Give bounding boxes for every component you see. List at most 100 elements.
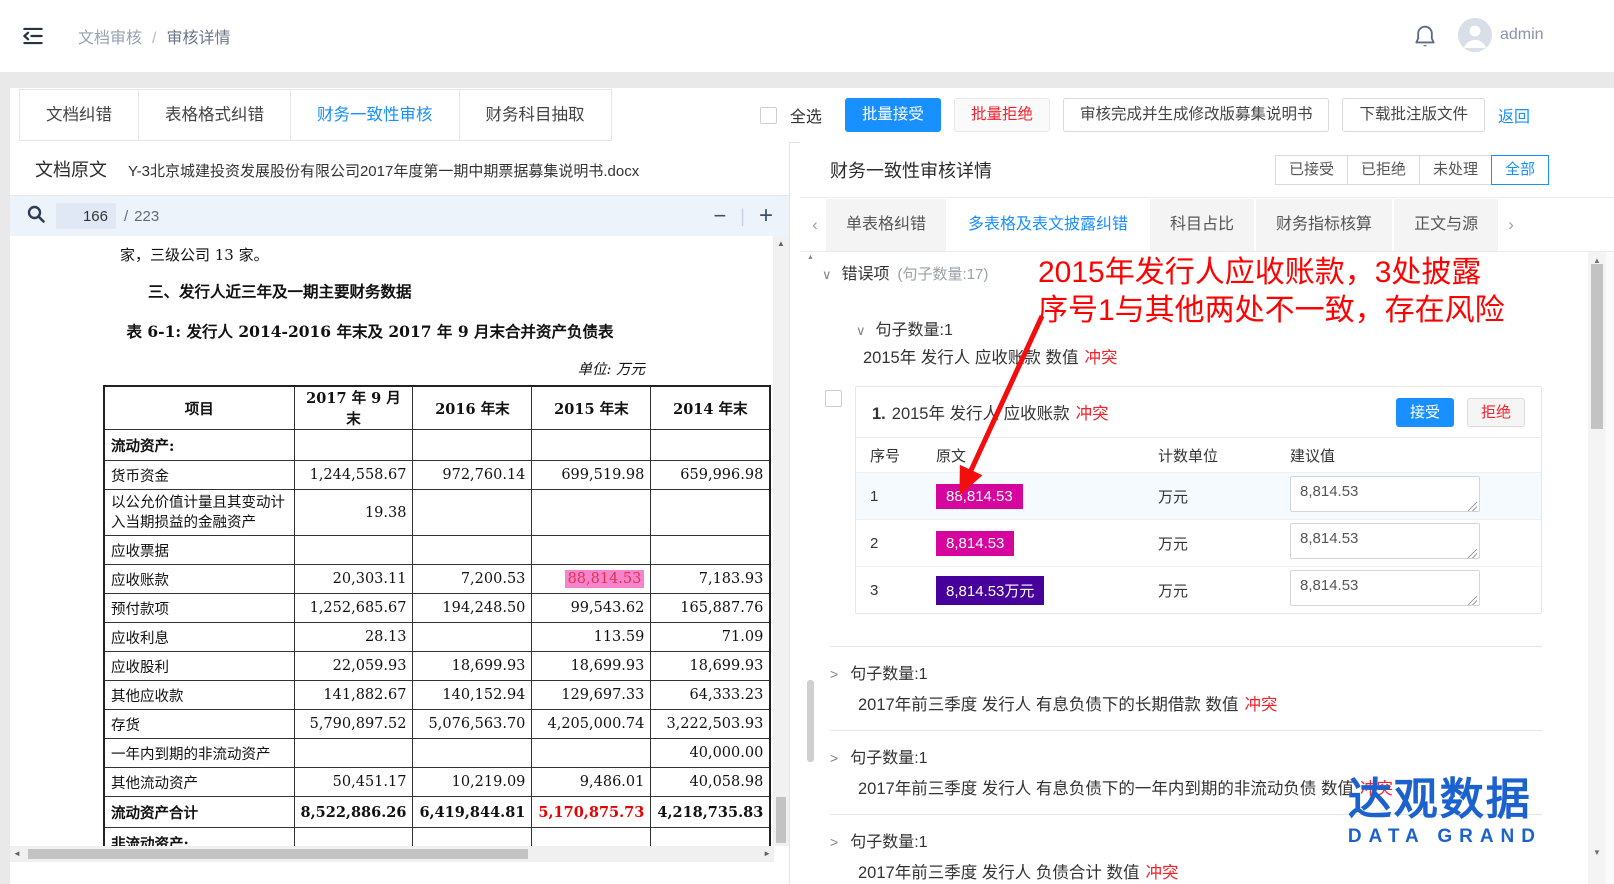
vertical-scroll-thumb[interactable] xyxy=(1591,264,1603,429)
tab-financial-indicator-check[interactable]: 财务指标核算 xyxy=(1256,199,1392,251)
table-cell: 存货 xyxy=(104,710,294,739)
horizontal-scroll-thumb[interactable] xyxy=(28,849,528,859)
table-cell xyxy=(294,536,413,565)
avatar-icon-svg xyxy=(1458,18,1492,52)
table-cell: 7,183.93 xyxy=(651,565,770,594)
magnifier-icon-svg xyxy=(26,204,46,224)
back-link[interactable]: 返回 xyxy=(1498,103,1530,127)
datagrand-watermark-logo: 达观数据 DATA GRAND xyxy=(1348,778,1542,848)
breadcrumb-section[interactable]: 文档审核 xyxy=(78,30,142,47)
sentence-text: 2017年前三季度 发行人 有息负债下的一年内到期的非流动负债 数值 xyxy=(858,780,1354,798)
table-cell: 货币资金 xyxy=(104,461,294,490)
table-cell xyxy=(294,739,413,768)
table-cell: 一年内到期的非流动资产 xyxy=(104,739,294,768)
suggested-value-input[interactable]: 8,814.53 xyxy=(1290,523,1480,559)
filter-all[interactable]: 全部 xyxy=(1491,155,1549,185)
suggest-input-wrap: 8,814.53 xyxy=(1290,570,1480,610)
scroll-track[interactable]: ▲ ▼ xyxy=(1588,252,1606,884)
table-cell: 8,522,886.26 xyxy=(294,797,413,828)
finish-generate-button[interactable]: 审核完成并生成修改版募集说明书 xyxy=(1063,98,1330,132)
sentence-text: 2017年前三季度 发行人 负债合计 数值 xyxy=(858,864,1139,882)
tab-text-vs-source[interactable]: 正文与源 xyxy=(1394,199,1498,251)
filter-accepted[interactable]: 已接受 xyxy=(1275,155,1348,185)
row-index: 2 xyxy=(856,520,936,567)
filter-pending[interactable]: 未处理 xyxy=(1419,155,1492,185)
tabs-scroll-right-icon[interactable]: › xyxy=(1500,215,1522,235)
row-index: 3 xyxy=(856,567,936,614)
annotation-line2: 序号1与其他两处不一致，存在风险 xyxy=(1038,292,1558,330)
table-cell xyxy=(651,828,770,847)
table-cell xyxy=(532,828,651,847)
tab-document-correction[interactable]: 文档纠错 xyxy=(19,89,139,141)
table-row: 预付款项 1,252,685.67 194,248.50 99,543.62 1… xyxy=(104,594,770,623)
table-header-cell: 2016 年末 xyxy=(413,386,532,430)
download-annotated-button[interactable]: 下载批注版文件 xyxy=(1342,98,1485,132)
tab-single-table-correction[interactable]: 单表格纠错 xyxy=(826,199,946,251)
review-vertical-scrollbar[interactable]: ▲ ▼ xyxy=(1588,252,1614,884)
magnifier-icon[interactable] xyxy=(26,204,46,229)
scroll-up-icon[interactable]: ▲ xyxy=(773,239,789,248)
suggested-value-input[interactable]: 8,814.53 xyxy=(1290,570,1480,606)
zoom-in-button[interactable]: + xyxy=(759,204,773,228)
tab-financial-consistency-review[interactable]: 财务一致性审核 xyxy=(290,89,460,141)
table-cell: 18,699.93 xyxy=(532,652,651,681)
zoom-out-button[interactable]: − xyxy=(713,205,726,227)
breadcrumb-current: 审核详情 xyxy=(166,30,230,47)
table-cell xyxy=(413,739,532,768)
error-group-count: (句子数量:17) xyxy=(898,266,989,283)
chevron-right-icon[interactable]: > xyxy=(830,750,838,766)
error-card-checkbox[interactable] xyxy=(825,390,842,407)
chevron-down-icon[interactable]: ∨ xyxy=(856,323,866,338)
table-cell: 6,419,844.81 xyxy=(413,797,532,828)
tab-financial-subject-extraction[interactable]: 财务科目抽取 xyxy=(459,89,612,141)
table-cell: 129,697.33 xyxy=(532,681,651,710)
card-title-text: 2015年 发行人 应收账款 xyxy=(892,405,1070,423)
scroll-right-icon[interactable]: ► xyxy=(763,849,771,858)
table-row: 一年内到期的非流动资产 40,000.00 xyxy=(104,739,770,768)
review-left-scrollbar[interactable]: ▲ xyxy=(804,252,817,884)
highlighted-original-value: 8,814.53 xyxy=(936,531,1014,556)
table-row: 存货 5,790,897.52 5,076,563.70 4,205,000.7… xyxy=(104,710,770,739)
document-vertical-scrollbar[interactable]: ▲ xyxy=(773,236,789,846)
tabs-scroll-left-icon[interactable]: ‹ xyxy=(804,215,826,235)
chevron-down-icon[interactable]: ∨ xyxy=(822,267,832,282)
chevron-right-icon[interactable]: > xyxy=(830,834,838,850)
notification-bell-icon[interactable] xyxy=(1412,22,1438,52)
table-row: 应收账款 20,303.11 7,200.53 88,814.53 7,183.… xyxy=(104,565,770,594)
scroll-left-icon[interactable]: ◄ xyxy=(13,849,21,858)
scroll-down-icon[interactable]: ▼ xyxy=(1588,848,1606,857)
original-value-cell: 8,814.53万元 xyxy=(936,567,1158,614)
scroll-up-icon[interactable]: ▲ xyxy=(804,254,817,261)
table-cell: 22,059.93 xyxy=(294,652,413,681)
error-sentence: 2017年前三季度 发行人 负债合计 数值冲突 xyxy=(830,859,1542,883)
suggest-input-wrap: 8,814.53 xyxy=(1290,523,1480,563)
breadcrumb-separator: / xyxy=(152,30,156,47)
table-cell: 其他流动资产 xyxy=(104,768,294,797)
document-page-view: 家，三级公司 13 家。 三、发行人近三年及一期主要财务数据 表 6-1: 发行… xyxy=(10,236,774,846)
highlighted-original-value: 8,814.53万元 xyxy=(936,576,1044,605)
chevron-right-icon[interactable]: > xyxy=(830,666,838,682)
vertical-scroll-thumb[interactable] xyxy=(776,797,786,843)
bell-icon-svg xyxy=(1412,22,1438,52)
tab-subject-ratio[interactable]: 科目占比 xyxy=(1150,199,1254,251)
batch-accept-button[interactable]: 批量接受 xyxy=(845,98,941,132)
batch-reject-button[interactable]: 批量拒绝 xyxy=(954,98,1050,132)
menu-fold-icon[interactable] xyxy=(20,23,46,49)
document-toolbar: / 223 − | + xyxy=(10,196,789,236)
select-all-checkbox[interactable] xyxy=(760,107,777,124)
left-scroll-thumb[interactable] xyxy=(807,680,814,762)
suggested-value-input[interactable]: 8,814.53 xyxy=(1290,476,1480,512)
page-number-input[interactable] xyxy=(56,203,116,229)
user-avatar[interactable] xyxy=(1458,18,1492,52)
filter-rejected[interactable]: 已拒绝 xyxy=(1347,155,1420,185)
accept-button[interactable]: 接受 xyxy=(1396,398,1454,427)
suggest-input-wrap: 8,814.53 xyxy=(1290,476,1480,516)
reject-button[interactable]: 拒绝 xyxy=(1467,398,1525,427)
tab-multi-table-disclosure-correction[interactable]: 多表格及表文披露纠错 xyxy=(948,199,1148,251)
tab-table-format-correction[interactable]: 表格格式纠错 xyxy=(138,89,291,141)
table-cell: 流动资产合计 xyxy=(104,797,294,828)
document-horizontal-scrollbar[interactable]: ◄ ► xyxy=(10,846,774,862)
table-cell xyxy=(651,430,770,461)
conflict-tag: 冲突 xyxy=(1145,864,1178,882)
table-cell: 99,543.62 xyxy=(532,594,651,623)
